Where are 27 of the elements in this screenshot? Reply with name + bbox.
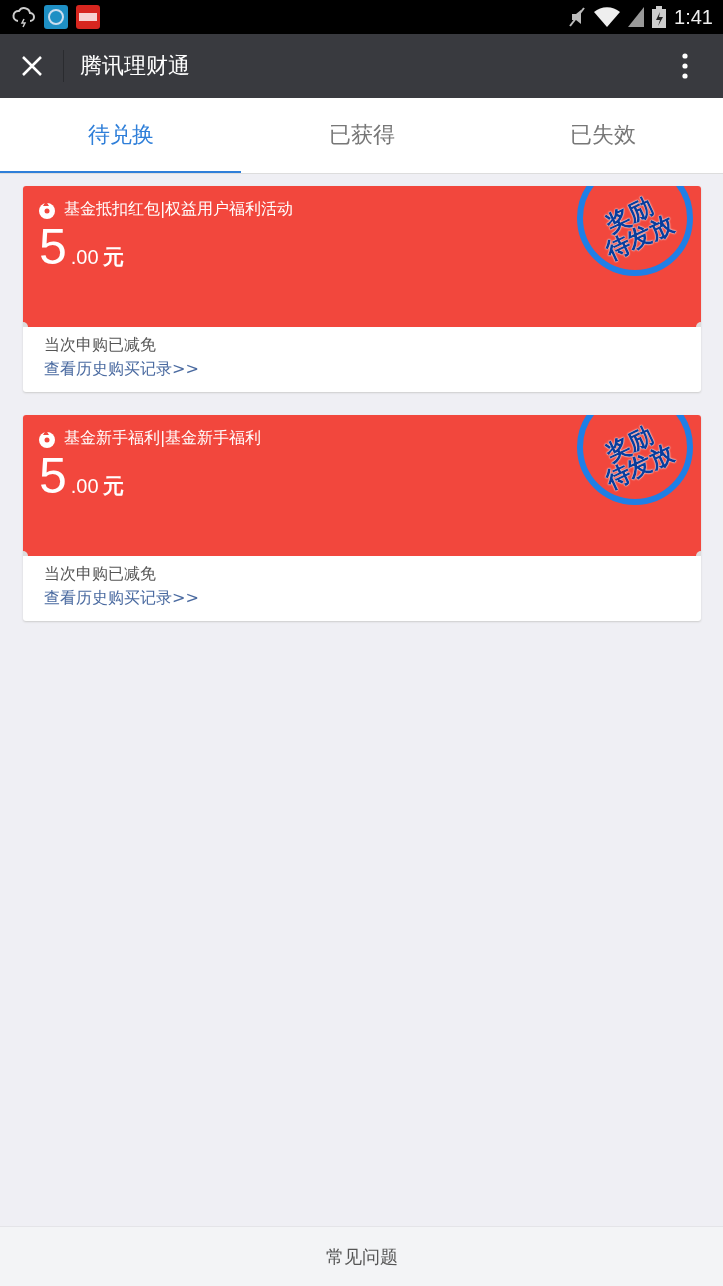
more-menu-icon[interactable] — [682, 53, 688, 79]
amount-integer: 5 — [39, 451, 67, 501]
amount-unit: 元 — [102, 473, 124, 500]
coupon-title: 基金新手福利|基金新手福利 — [64, 428, 262, 449]
clock-time: 1:41 — [674, 5, 713, 29]
close-button[interactable] — [21, 55, 43, 77]
mute-icon — [568, 6, 587, 28]
signal-icon — [628, 7, 645, 27]
amount-decimal: .00 — [70, 246, 99, 269]
faq-button[interactable]: 常见问题 — [0, 1226, 723, 1286]
tab[interactable]: 已失效 — [482, 98, 723, 173]
wifi-icon — [594, 7, 621, 27]
page-title: 腾讯理财通 — [80, 52, 191, 80]
coupon-note: 当次申购已减免 — [44, 564, 156, 585]
app-icon — [44, 5, 68, 29]
amount-unit: 元 — [102, 244, 124, 271]
coupon-title: 基金抵扣红包|权益用户福利活动 — [64, 199, 294, 220]
tab[interactable]: 已获得 — [241, 98, 482, 173]
coupon-note: 当次申购已减免 — [44, 335, 156, 356]
app-icon — [76, 5, 100, 29]
history-link[interactable]: 查看历史购买记录>> — [44, 588, 199, 609]
cloud-icon — [12, 6, 36, 28]
amount-integer: 5 — [39, 222, 67, 272]
amount-decimal: .00 — [70, 475, 99, 498]
battery-icon — [652, 6, 667, 28]
history-link[interactable]: 查看历史购买记录>> — [44, 359, 199, 380]
tab[interactable]: 待兑换 — [0, 98, 241, 173]
